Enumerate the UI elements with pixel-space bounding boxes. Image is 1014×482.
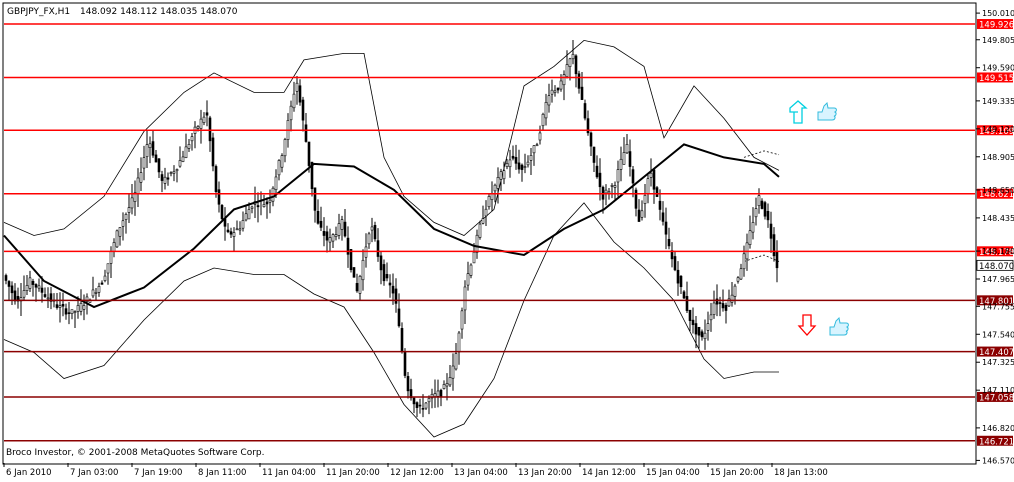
time-tick-label: 6 Jan 2010 — [6, 468, 52, 478]
chart-frame — [2, 2, 977, 465]
chart-ohlc-values: 148.092 148.112 148.035 148.070 — [80, 7, 238, 17]
time-tick-label: 11 Jan 20:00 — [326, 468, 380, 478]
price-tick-label: 149.590 — [982, 64, 1014, 73]
price-candle — [220, 203, 224, 222]
price-tick-label: 148.905 — [982, 153, 1014, 162]
time-tick-label: 15 Jan 04:00 — [646, 468, 700, 478]
level-price-label: 147.407 — [979, 348, 1014, 358]
price-tick-label: 147.755 — [982, 302, 1014, 311]
level-price-label: 149.515 — [979, 74, 1014, 84]
price-tick-label: 149.335 — [982, 97, 1014, 106]
time-tick-label: 13 Jan 20:00 — [518, 468, 572, 478]
copyright-text: Broco Investor, © 2001-2008 MetaQuotes S… — [6, 448, 265, 458]
level-price-label: 149.926 — [979, 21, 1014, 31]
price-tick-label: 148.180 — [982, 247, 1014, 256]
price-tick-label: 146.570 — [982, 456, 1014, 465]
time-tick-label: 14 Jan 12:00 — [582, 468, 636, 478]
time-tick-label: 15 Jan 20:00 — [710, 468, 764, 478]
price-tick-label: 148.435 — [982, 214, 1014, 223]
trading-chart[interactable]: 149.926 149.515 149.109 148.621 148.178 147.8… — [0, 0, 1014, 479]
price-tick-label: 147.325 — [982, 358, 1014, 367]
level-price-label: 146.721 — [979, 437, 1014, 447]
price-tick-label: 147.965 — [982, 275, 1014, 284]
price-tick-label: 147.110 — [982, 386, 1014, 395]
price-tick-label: 147.540 — [982, 330, 1014, 339]
price-candle — [211, 132, 215, 172]
price-tick-label: 150.010 — [982, 9, 1014, 18]
price-candle — [115, 229, 119, 248]
time-tick-label: 12 Jan 12:00 — [390, 468, 444, 478]
price-tick-label: 149.120 — [982, 125, 1014, 134]
price-tick-label: 146.820 — [982, 424, 1014, 433]
time-tick-label: 8 Jan 11:00 — [198, 468, 246, 478]
time-axis[interactable]: 6 Jan 2010 7 Jan 03:00 7 Jan 19:00 8 Jan 11… — [3, 463, 828, 478]
time-tick-label: 7 Jan 03:00 — [70, 468, 118, 478]
price-candle — [403, 348, 407, 379]
current-price-label: 148.070 — [979, 262, 1014, 272]
time-tick-label: 18 Jan 13:00 — [774, 468, 828, 478]
time-tick-label: 11 Jan 04:00 — [262, 468, 316, 478]
price-candle — [349, 249, 353, 273]
price-tick-label: 149.805 — [982, 36, 1014, 45]
price-tick-label: 148.650 — [982, 186, 1014, 195]
price-candle — [352, 267, 356, 278]
time-tick-label: 7 Jan 19:00 — [134, 468, 182, 478]
time-tick-label: 13 Jan 04:00 — [454, 468, 508, 478]
chart-symbol: GBPJPY_FX,H1 — [7, 7, 70, 17]
price-candle — [655, 185, 659, 197]
price-chart-svg[interactable]: 149.926149.515149.109148.621148.178147.8… — [0, 0, 1014, 479]
